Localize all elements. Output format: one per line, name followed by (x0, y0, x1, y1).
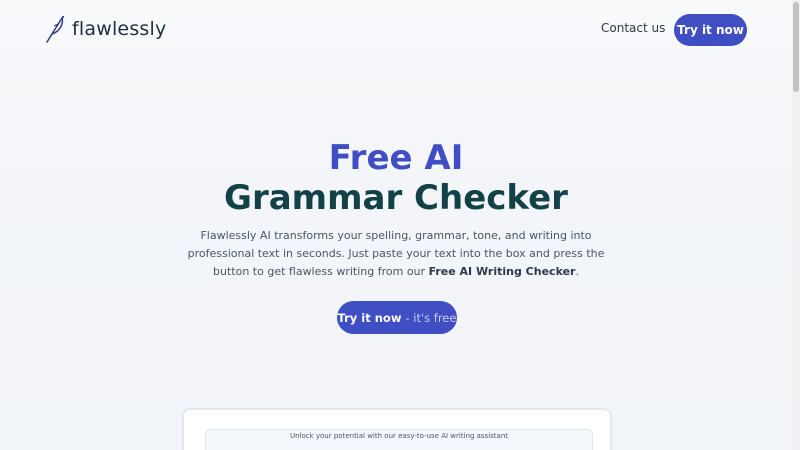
editor-panel: Unlock your potential with our easy-to-u… (182, 408, 612, 450)
hero-title: Free AI Grammar Checker (0, 138, 792, 218)
hero-title-line2: Grammar Checker (224, 178, 568, 218)
scrollbar[interactable] (792, 0, 800, 450)
editor-caption: Unlock your potential with our easy-to-u… (289, 432, 509, 440)
site-header: flawlessly Contact us Try it now (0, 0, 792, 60)
hero-cta-button[interactable]: Try it now - it's free (337, 301, 457, 334)
description-bold: Free AI Writing Checker (428, 265, 576, 278)
scrollbar-thumb[interactable] (793, 2, 799, 92)
cta-label: Try it now (337, 310, 402, 325)
brand-logo[interactable]: flawlessly (44, 14, 166, 44)
hero-title-line1: Free AI (328, 138, 464, 178)
cta-sublabel: - it's free (405, 310, 457, 325)
contact-link[interactable]: Contact us (601, 21, 665, 35)
try-it-now-button[interactable]: Try it now (674, 14, 747, 46)
hero-description: Flawlessly AI transforms your spelling, … (176, 227, 616, 281)
brand-name: flawlessly (72, 18, 167, 40)
feather-pen-icon (46, 15, 65, 43)
description-end: . (575, 265, 579, 278)
